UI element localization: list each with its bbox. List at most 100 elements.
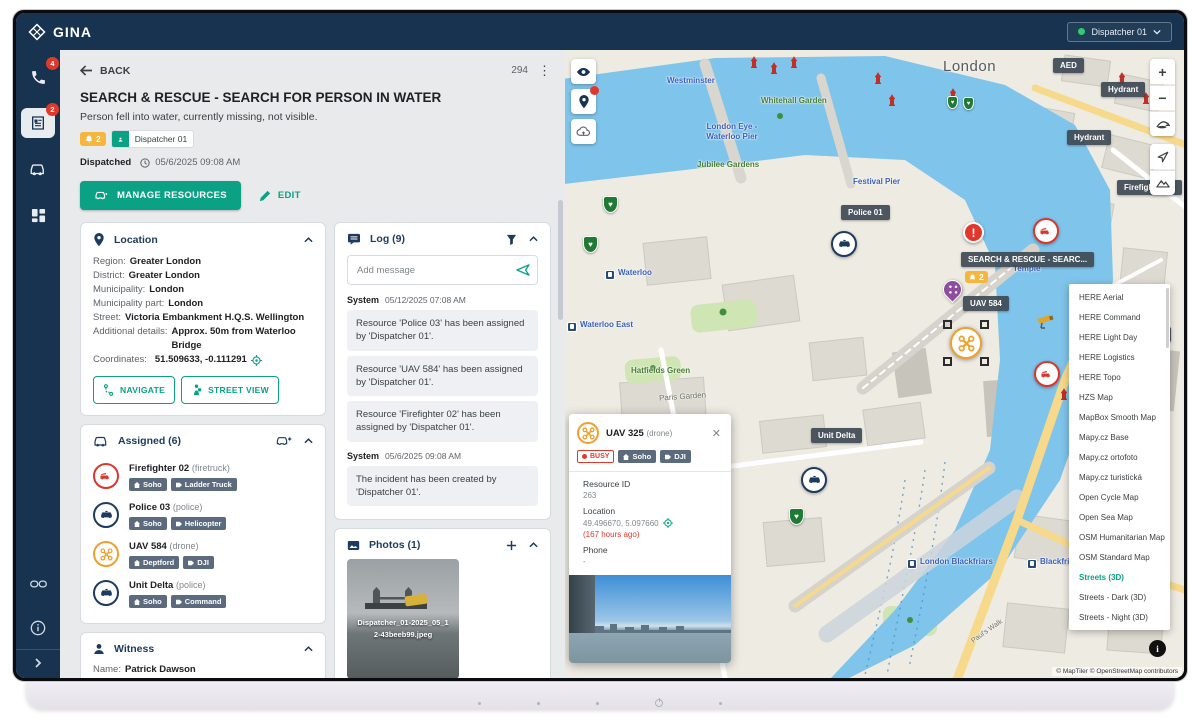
station-icon bbox=[567, 322, 577, 332]
incident-marker[interactable]: ! bbox=[963, 222, 984, 243]
log-card: Log (9) bbox=[334, 222, 551, 520]
layer-option[interactable]: Streets - Night (3D) bbox=[1069, 607, 1170, 627]
poi-layers-button[interactable] bbox=[571, 89, 596, 114]
sidebar-item-dashboard[interactable] bbox=[21, 200, 55, 230]
layers-menu-scrollbar[interactable] bbox=[1166, 288, 1169, 348]
phone-icon bbox=[30, 69, 47, 86]
drone-icon bbox=[950, 327, 982, 359]
zoom-in-button[interactable]: + bbox=[1150, 59, 1175, 84]
layer-option[interactable]: HERE Aerial bbox=[1069, 287, 1170, 307]
popup-photo[interactable] bbox=[569, 575, 731, 663]
layer-option[interactable]: Open Cycle Map bbox=[1069, 487, 1170, 507]
panel-scrollbar[interactable] bbox=[558, 200, 563, 320]
tilt-3d-button[interactable] bbox=[1150, 111, 1175, 136]
navigate-button[interactable]: NAVIGATE bbox=[93, 376, 175, 404]
chevron-up-icon[interactable] bbox=[304, 438, 313, 444]
layer-option[interactable]: Open Sea Map bbox=[1069, 507, 1170, 527]
firetruck-marker[interactable] bbox=[1034, 361, 1060, 387]
edit-button[interactable]: EDIT bbox=[259, 190, 301, 202]
uav325-selected-marker[interactable] bbox=[943, 320, 989, 366]
assigned-title: Assigned (6) bbox=[118, 435, 181, 447]
hydrant-marker[interactable] bbox=[769, 62, 779, 75]
bezel-dot bbox=[719, 702, 722, 705]
hydrant-marker[interactable] bbox=[887, 94, 897, 107]
add-photo-icon[interactable] bbox=[506, 540, 517, 551]
station-tag: Soho bbox=[618, 450, 656, 463]
filter-icon[interactable] bbox=[506, 234, 517, 245]
assigned-resource-row[interactable]: Police 03 (police) Soho Helicopter bbox=[93, 502, 313, 530]
layer-option[interactable]: OSM Humanitarian Map bbox=[1069, 527, 1170, 547]
log-message: Resource 'UAV 584' has been assigned by … bbox=[347, 356, 538, 397]
app-window: GINA Dispatcher 01 4 bbox=[16, 13, 1184, 678]
firetruck-marker[interactable] bbox=[1033, 218, 1059, 244]
layer-option[interactable]: HERE Light Day bbox=[1069, 327, 1170, 347]
close-icon[interactable]: ✕ bbox=[710, 427, 723, 440]
place-label: London Blackfriars bbox=[907, 557, 993, 569]
add-vehicle-icon[interactable] bbox=[276, 435, 292, 447]
police-marker[interactable] bbox=[801, 467, 827, 493]
dispatcher-menu-button[interactable]: Dispatcher 01 bbox=[1067, 22, 1172, 42]
map-info-button[interactable]: i bbox=[1149, 640, 1166, 657]
police-marker[interactable] bbox=[831, 231, 857, 257]
street-view-button[interactable]: STREET VIEW bbox=[181, 376, 279, 404]
hydrant-marker[interactable] bbox=[749, 56, 759, 69]
layer-option[interactable]: HERE Command bbox=[1069, 307, 1170, 327]
layer-option-active[interactable]: Streets (3D) bbox=[1069, 567, 1170, 587]
sidebar-item-calls[interactable]: 4 bbox=[21, 62, 55, 92]
locate-button[interactable] bbox=[1150, 144, 1175, 169]
kebab-menu-button[interactable]: ⋮ bbox=[538, 64, 551, 77]
map-attribution: © MapTiler © OpenStreetMap contributors bbox=[1052, 667, 1182, 676]
page: GINA Dispatcher 01 4 bbox=[0, 0, 1200, 718]
sidebar-item-resources[interactable] bbox=[21, 154, 55, 184]
back-label: BACK bbox=[100, 65, 130, 77]
location-age: (167 hours ago) bbox=[583, 530, 721, 539]
hydrant-marker[interactable] bbox=[1059, 388, 1069, 401]
navigation-arrow-icon bbox=[1157, 151, 1169, 163]
visibility-toggle-button[interactable] bbox=[571, 59, 596, 84]
location-field: Street:Victoria Embankment H.Q.S. Wellin… bbox=[93, 311, 313, 325]
add-message-input[interactable] bbox=[347, 255, 538, 285]
sidebar-item-info[interactable] bbox=[21, 613, 55, 643]
basemap-button[interactable] bbox=[1150, 170, 1175, 195]
layer-option[interactable]: Mapy.cz ortofoto bbox=[1069, 447, 1170, 467]
assigned-resource-row[interactable]: UAV 584 (drone) Deptford DJI bbox=[93, 541, 313, 569]
back-button[interactable]: BACK bbox=[80, 65, 130, 77]
link-icon bbox=[30, 579, 47, 589]
layer-option[interactable]: Mapy.cz turistická bbox=[1069, 467, 1170, 487]
sidebar-item-incidents[interactable]: 2 bbox=[21, 108, 55, 138]
photos-card: Photos (1) bbox=[334, 528, 551, 678]
hydrant-marker[interactable] bbox=[873, 72, 883, 85]
assigned-resource-row[interactable]: Unit Delta (police) Soho Command bbox=[93, 580, 313, 608]
sidebar-expand-button[interactable] bbox=[16, 649, 60, 678]
layer-option[interactable]: HZS Map bbox=[1069, 387, 1170, 407]
layer-option[interactable]: OSM Standard Map bbox=[1069, 547, 1170, 567]
zoom-out-button[interactable]: − bbox=[1150, 85, 1175, 110]
layer-option[interactable]: HERE Logistics bbox=[1069, 347, 1170, 367]
assigned-resource-row[interactable]: Firefighter 02 (firetruck) Soho Ladder T… bbox=[93, 463, 313, 491]
send-message-button[interactable] bbox=[516, 263, 530, 281]
manage-resources-button[interactable]: MANAGE RESOURCES bbox=[80, 181, 241, 210]
photo-thumbnail[interactable]: Dispatcher_01-2025_05_12-43beeb99.jpeg bbox=[347, 559, 459, 678]
hydrant-marker[interactable] bbox=[789, 56, 799, 69]
layer-option[interactable]: MapBox Smooth Map bbox=[1069, 407, 1170, 427]
owner-badge: Dispatcher 01 bbox=[111, 130, 194, 148]
unit-delta-tooltip: Unit Delta bbox=[811, 428, 862, 443]
layer-option[interactable]: Mapy.cz Base bbox=[1069, 427, 1170, 447]
sidebar-item-links[interactable] bbox=[21, 569, 55, 599]
crosshair-icon[interactable] bbox=[251, 355, 262, 366]
chevron-up-icon[interactable] bbox=[529, 542, 538, 548]
tilt-icon bbox=[1156, 120, 1170, 129]
cctv-camera-marker[interactable] bbox=[1035, 314, 1055, 330]
map-pin-icon bbox=[93, 233, 105, 247]
type-tag: DJI bbox=[183, 556, 214, 569]
sync-button[interactable] bbox=[571, 119, 596, 144]
map-view[interactable]: London Westminster Whitehall Garden Lond… bbox=[565, 50, 1184, 678]
resource-type: (drone) bbox=[169, 541, 198, 551]
chevron-up-icon[interactable] bbox=[529, 236, 538, 242]
crosshair-icon[interactable] bbox=[663, 518, 673, 528]
chevron-up-icon[interactable] bbox=[304, 237, 313, 243]
chevron-up-icon[interactable] bbox=[304, 646, 313, 652]
police-car-icon bbox=[93, 502, 119, 528]
layer-option[interactable]: Streets - Dark (3D) bbox=[1069, 587, 1170, 607]
layer-option[interactable]: HERE Topo bbox=[1069, 367, 1170, 387]
